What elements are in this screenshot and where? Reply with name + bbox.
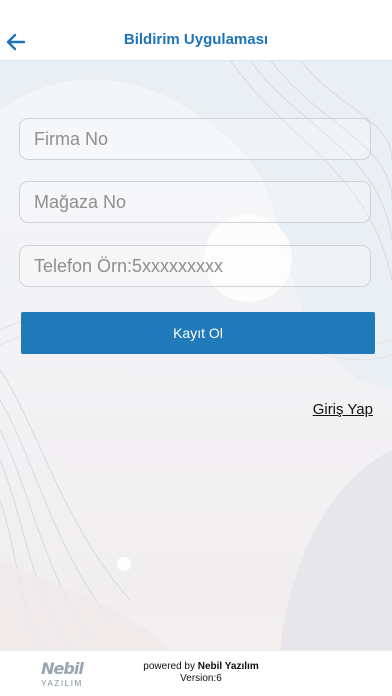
store-no-input[interactable] [20,182,370,222]
powered-by-text: powered by Nebil Yazılım Version:6 [130,661,272,685]
company-no-field[interactable] [19,118,371,160]
login-link[interactable]: Giriş Yap [313,401,373,418]
registration-screen: Bildirim Uygulaması Kayıt Ol Giriş Yap N… [0,0,392,696]
powered-prefix: powered by [143,661,195,672]
logo-subtitle: YAZILIM [41,679,83,688]
version-label: Version:6 [180,673,222,684]
store-no-field[interactable] [19,181,371,223]
footer: Nebil YAZILIM powered by Nebil Yazılım V… [0,650,392,696]
phone-field[interactable] [19,245,371,287]
phone-input[interactable] [20,246,370,286]
register-button[interactable]: Kayıt Ol [21,312,375,354]
logo-wordmark: Nebil [41,659,84,678]
powered-brand: Nebil Yazılım [197,661,259,672]
nebil-logo: Nebil YAZILIM [33,659,91,691]
company-no-input[interactable] [20,119,370,159]
app-header: Bildirim Uygulaması [0,0,392,61]
page-title: Bildirim Uygulaması [123,31,269,48]
